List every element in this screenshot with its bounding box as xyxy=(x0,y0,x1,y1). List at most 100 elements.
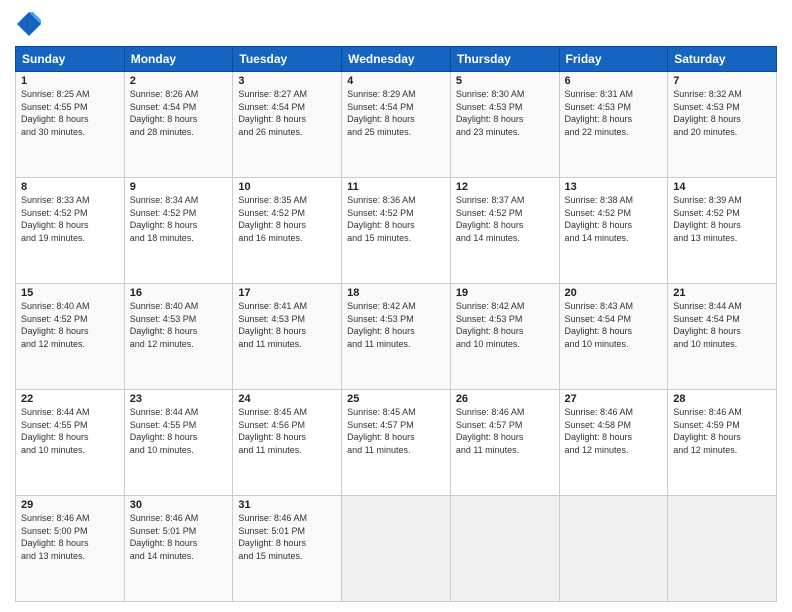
day-info: Sunrise: 8:44 AMSunset: 4:55 PMDaylight:… xyxy=(21,406,119,456)
day-cell: 20Sunrise: 8:43 AMSunset: 4:54 PMDayligh… xyxy=(559,284,668,390)
day-number: 29 xyxy=(21,499,119,511)
header-row: SundayMondayTuesdayWednesdayThursdayFrid… xyxy=(16,47,777,72)
week-row-2: 15Sunrise: 8:40 AMSunset: 4:52 PMDayligh… xyxy=(16,284,777,390)
day-cell: 14Sunrise: 8:39 AMSunset: 4:52 PMDayligh… xyxy=(668,178,777,284)
day-number: 31 xyxy=(238,499,336,511)
day-cell: 31Sunrise: 8:46 AMSunset: 5:01 PMDayligh… xyxy=(233,496,342,602)
day-info: Sunrise: 8:26 AMSunset: 4:54 PMDaylight:… xyxy=(130,88,228,138)
day-number: 11 xyxy=(347,181,445,193)
day-number: 20 xyxy=(565,287,663,299)
day-number: 15 xyxy=(21,287,119,299)
day-cell: 13Sunrise: 8:38 AMSunset: 4:52 PMDayligh… xyxy=(559,178,668,284)
day-cell: 11Sunrise: 8:36 AMSunset: 4:52 PMDayligh… xyxy=(342,178,451,284)
day-cell: 18Sunrise: 8:42 AMSunset: 4:53 PMDayligh… xyxy=(342,284,451,390)
day-number: 8 xyxy=(21,181,119,193)
day-number: 22 xyxy=(21,393,119,405)
day-number: 23 xyxy=(130,393,228,405)
day-cell: 28Sunrise: 8:46 AMSunset: 4:59 PMDayligh… xyxy=(668,390,777,496)
col-header-tuesday: Tuesday xyxy=(233,47,342,72)
day-info: Sunrise: 8:45 AMSunset: 4:56 PMDaylight:… xyxy=(238,406,336,456)
day-info: Sunrise: 8:34 AMSunset: 4:52 PMDaylight:… xyxy=(130,194,228,244)
day-number: 2 xyxy=(130,75,228,87)
day-info: Sunrise: 8:41 AMSunset: 4:53 PMDaylight:… xyxy=(238,300,336,350)
day-info: Sunrise: 8:37 AMSunset: 4:52 PMDaylight:… xyxy=(456,194,554,244)
week-row-3: 22Sunrise: 8:44 AMSunset: 4:55 PMDayligh… xyxy=(16,390,777,496)
week-row-4: 29Sunrise: 8:46 AMSunset: 5:00 PMDayligh… xyxy=(16,496,777,602)
day-cell: 27Sunrise: 8:46 AMSunset: 4:58 PMDayligh… xyxy=(559,390,668,496)
day-cell: 22Sunrise: 8:44 AMSunset: 4:55 PMDayligh… xyxy=(16,390,125,496)
day-cell: 21Sunrise: 8:44 AMSunset: 4:54 PMDayligh… xyxy=(668,284,777,390)
day-cell: 16Sunrise: 8:40 AMSunset: 4:53 PMDayligh… xyxy=(124,284,233,390)
day-cell: 23Sunrise: 8:44 AMSunset: 4:55 PMDayligh… xyxy=(124,390,233,496)
day-cell: 2Sunrise: 8:26 AMSunset: 4:54 PMDaylight… xyxy=(124,72,233,178)
day-info: Sunrise: 8:42 AMSunset: 4:53 PMDaylight:… xyxy=(456,300,554,350)
week-row-1: 8Sunrise: 8:33 AMSunset: 4:52 PMDaylight… xyxy=(16,178,777,284)
day-info: Sunrise: 8:46 AMSunset: 4:59 PMDaylight:… xyxy=(673,406,771,456)
day-info: Sunrise: 8:46 AMSunset: 4:58 PMDaylight:… xyxy=(565,406,663,456)
day-info: Sunrise: 8:25 AMSunset: 4:55 PMDaylight:… xyxy=(21,88,119,138)
col-header-saturday: Saturday xyxy=(668,47,777,72)
day-info: Sunrise: 8:39 AMSunset: 4:52 PMDaylight:… xyxy=(673,194,771,244)
day-cell: 4Sunrise: 8:29 AMSunset: 4:54 PMDaylight… xyxy=(342,72,451,178)
col-header-monday: Monday xyxy=(124,47,233,72)
day-number: 19 xyxy=(456,287,554,299)
day-number: 9 xyxy=(130,181,228,193)
day-number: 17 xyxy=(238,287,336,299)
day-number: 3 xyxy=(238,75,336,87)
day-cell: 17Sunrise: 8:41 AMSunset: 4:53 PMDayligh… xyxy=(233,284,342,390)
logo-icon xyxy=(15,10,43,38)
day-cell: 12Sunrise: 8:37 AMSunset: 4:52 PMDayligh… xyxy=(450,178,559,284)
day-info: Sunrise: 8:31 AMSunset: 4:53 PMDaylight:… xyxy=(565,88,663,138)
day-number: 10 xyxy=(238,181,336,193)
day-number: 6 xyxy=(565,75,663,87)
day-number: 7 xyxy=(673,75,771,87)
day-cell: 25Sunrise: 8:45 AMSunset: 4:57 PMDayligh… xyxy=(342,390,451,496)
day-info: Sunrise: 8:36 AMSunset: 4:52 PMDaylight:… xyxy=(347,194,445,244)
day-number: 4 xyxy=(347,75,445,87)
day-info: Sunrise: 8:46 AMSunset: 5:01 PMDaylight:… xyxy=(130,512,228,562)
day-cell: 15Sunrise: 8:40 AMSunset: 4:52 PMDayligh… xyxy=(16,284,125,390)
day-info: Sunrise: 8:46 AMSunset: 5:00 PMDaylight:… xyxy=(21,512,119,562)
day-info: Sunrise: 8:35 AMSunset: 4:52 PMDaylight:… xyxy=(238,194,336,244)
day-info: Sunrise: 8:43 AMSunset: 4:54 PMDaylight:… xyxy=(565,300,663,350)
day-number: 1 xyxy=(21,75,119,87)
day-info: Sunrise: 8:30 AMSunset: 4:53 PMDaylight:… xyxy=(456,88,554,138)
day-number: 25 xyxy=(347,393,445,405)
day-cell: 9Sunrise: 8:34 AMSunset: 4:52 PMDaylight… xyxy=(124,178,233,284)
day-number: 14 xyxy=(673,181,771,193)
day-info: Sunrise: 8:33 AMSunset: 4:52 PMDaylight:… xyxy=(21,194,119,244)
col-header-friday: Friday xyxy=(559,47,668,72)
day-cell: 1Sunrise: 8:25 AMSunset: 4:55 PMDaylight… xyxy=(16,72,125,178)
page: SundayMondayTuesdayWednesdayThursdayFrid… xyxy=(0,0,792,612)
day-info: Sunrise: 8:40 AMSunset: 4:52 PMDaylight:… xyxy=(21,300,119,350)
day-info: Sunrise: 8:45 AMSunset: 4:57 PMDaylight:… xyxy=(347,406,445,456)
day-number: 26 xyxy=(456,393,554,405)
day-cell: 3Sunrise: 8:27 AMSunset: 4:54 PMDaylight… xyxy=(233,72,342,178)
day-cell xyxy=(668,496,777,602)
day-number: 21 xyxy=(673,287,771,299)
day-cell: 24Sunrise: 8:45 AMSunset: 4:56 PMDayligh… xyxy=(233,390,342,496)
day-number: 5 xyxy=(456,75,554,87)
calendar-body: 1Sunrise: 8:25 AMSunset: 4:55 PMDaylight… xyxy=(16,72,777,602)
day-cell: 29Sunrise: 8:46 AMSunset: 5:00 PMDayligh… xyxy=(16,496,125,602)
day-cell: 30Sunrise: 8:46 AMSunset: 5:01 PMDayligh… xyxy=(124,496,233,602)
day-cell xyxy=(450,496,559,602)
day-number: 18 xyxy=(347,287,445,299)
calendar-table: SundayMondayTuesdayWednesdayThursdayFrid… xyxy=(15,46,777,602)
day-info: Sunrise: 8:29 AMSunset: 4:54 PMDaylight:… xyxy=(347,88,445,138)
day-cell xyxy=(342,496,451,602)
day-cell: 5Sunrise: 8:30 AMSunset: 4:53 PMDaylight… xyxy=(450,72,559,178)
day-number: 13 xyxy=(565,181,663,193)
logo xyxy=(15,10,47,38)
day-info: Sunrise: 8:46 AMSunset: 5:01 PMDaylight:… xyxy=(238,512,336,562)
day-info: Sunrise: 8:42 AMSunset: 4:53 PMDaylight:… xyxy=(347,300,445,350)
day-info: Sunrise: 8:44 AMSunset: 4:55 PMDaylight:… xyxy=(130,406,228,456)
col-header-sunday: Sunday xyxy=(16,47,125,72)
day-info: Sunrise: 8:40 AMSunset: 4:53 PMDaylight:… xyxy=(130,300,228,350)
col-header-wednesday: Wednesday xyxy=(342,47,451,72)
calendar-header: SundayMondayTuesdayWednesdayThursdayFrid… xyxy=(16,47,777,72)
day-info: Sunrise: 8:46 AMSunset: 4:57 PMDaylight:… xyxy=(456,406,554,456)
day-cell: 8Sunrise: 8:33 AMSunset: 4:52 PMDaylight… xyxy=(16,178,125,284)
day-cell xyxy=(559,496,668,602)
day-number: 12 xyxy=(456,181,554,193)
